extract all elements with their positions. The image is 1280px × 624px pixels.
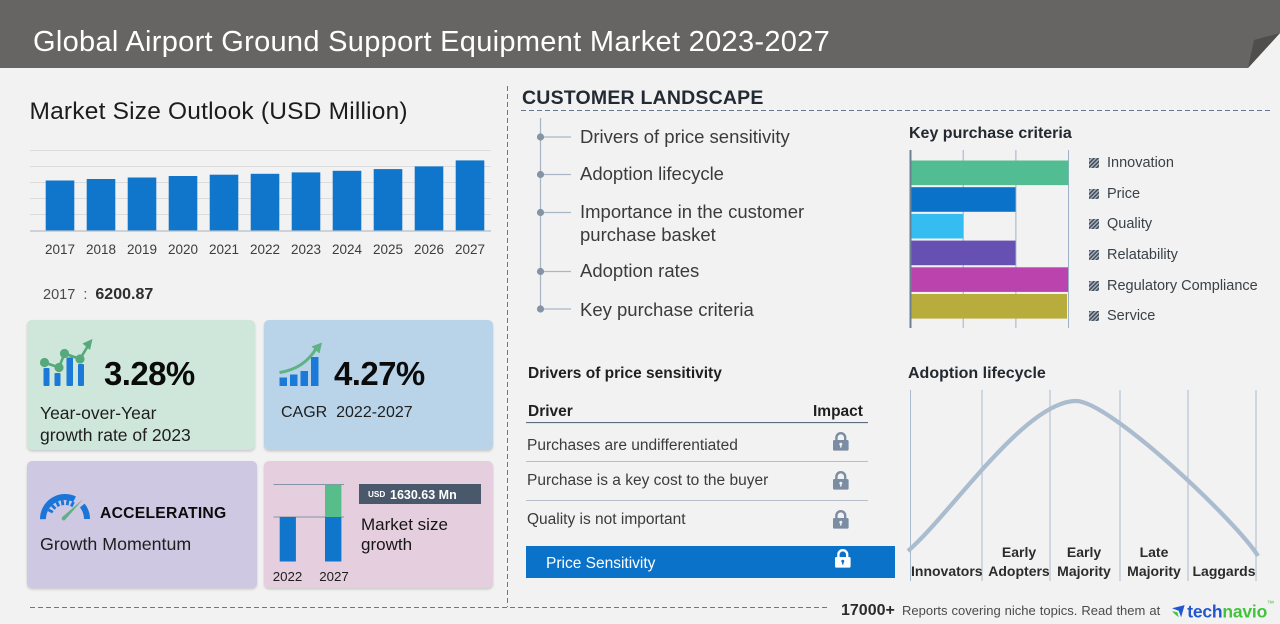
svg-text:2027: 2027 bbox=[455, 242, 485, 257]
svg-text:technavio: technavio bbox=[1187, 602, 1267, 622]
svg-text:2019: 2019 bbox=[127, 242, 157, 257]
svg-text:2024: 2024 bbox=[332, 242, 363, 257]
svg-text:™: ™ bbox=[1267, 601, 1274, 608]
svg-text:2018: 2018 bbox=[86, 242, 116, 257]
svg-text:2026: 2026 bbox=[414, 242, 444, 257]
svg-text:2021: 2021 bbox=[209, 242, 239, 257]
svg-text:2017: 2017 bbox=[45, 242, 75, 257]
svg-text:2025: 2025 bbox=[373, 242, 403, 257]
svg-text:2022: 2022 bbox=[250, 242, 280, 257]
svg-text:2020: 2020 bbox=[168, 242, 198, 257]
svg-text:2023: 2023 bbox=[291, 242, 321, 257]
